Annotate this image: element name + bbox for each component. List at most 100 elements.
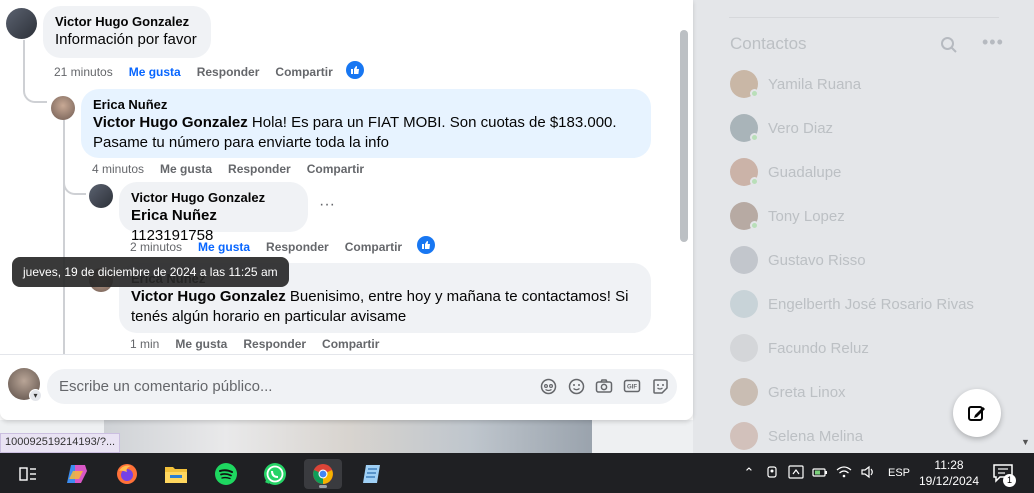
avatar	[730, 290, 758, 318]
chevron-up-icon[interactable]: ⌃	[740, 465, 758, 481]
comment-options-button[interactable]: ···	[319, 196, 335, 214]
thread-connector	[63, 180, 86, 195]
contacts-title: Contactos	[730, 34, 807, 53]
contact-name: Selena Melina	[768, 427, 864, 445]
whatsapp-icon[interactable]	[256, 459, 294, 489]
sticker-icon[interactable]	[651, 377, 669, 395]
gif-icon[interactable]: GIF	[623, 377, 641, 395]
contact-name: Guadalupe	[768, 163, 842, 181]
comment-actions: 21 minutos Me gusta Responder Compartir	[54, 65, 333, 79]
system-tray: ⌃ ESP	[740, 453, 910, 493]
contact-item[interactable]: Gustavo Risso	[730, 245, 866, 275]
reply-button[interactable]: Responder	[228, 162, 291, 176]
clock-date: 19/12/2024	[918, 474, 980, 488]
avatar[interactable]	[6, 8, 37, 39]
contact-item[interactable]: Selena Melina	[730, 421, 863, 451]
share-button[interactable]: Compartir	[307, 162, 364, 176]
clock[interactable]: 11:28 19/12/2024	[912, 457, 986, 489]
search-icon[interactable]	[940, 36, 958, 54]
comment-author[interactable]: Erica Nuñez	[93, 97, 639, 113]
volume-icon[interactable]	[860, 465, 876, 482]
camera-icon[interactable]	[595, 377, 613, 395]
chevron-down-icon[interactable]: ▾	[29, 389, 42, 402]
panel-divider	[729, 17, 999, 18]
contact-item[interactable]: Facundo Reluz	[730, 333, 869, 363]
contact-item[interactable]: Vero Diaz	[730, 113, 833, 143]
contact-item[interactable]: Guadalupe	[730, 157, 841, 187]
reply-button[interactable]: Responder	[266, 240, 329, 254]
reply-button[interactable]: Responder	[243, 337, 306, 351]
avatar[interactable]	[89, 184, 113, 208]
contact-item[interactable]: Yamila Ruana	[730, 69, 861, 99]
active-app-indicator	[319, 485, 327, 488]
like-button[interactable]: Me gusta	[129, 65, 181, 79]
copilot-icon[interactable]	[58, 459, 96, 489]
status-url: 100092519214193/?...	[0, 433, 121, 453]
share-button[interactable]: Compartir	[275, 65, 332, 79]
comment-time[interactable]: 21 minutos	[54, 65, 113, 79]
svg-text:GIF: GIF	[627, 385, 637, 391]
comment-author[interactable]: Victor Hugo Gonzalez	[131, 190, 296, 206]
comment-composer[interactable]: GIF	[47, 369, 677, 404]
avatar	[730, 378, 758, 406]
online-status-icon	[750, 177, 759, 186]
language-indicator[interactable]: ESP	[888, 467, 910, 479]
file-explorer-icon[interactable]	[157, 459, 195, 489]
share-button[interactable]: Compartir	[345, 240, 402, 254]
chrome-icon[interactable]	[304, 459, 342, 489]
contact-name: Greta Linox	[768, 383, 846, 401]
network-status-icon[interactable]	[788, 464, 804, 482]
share-button[interactable]: Compartir	[322, 337, 379, 351]
scroll-down-arrow-icon[interactable]: ▼	[1021, 437, 1030, 447]
firefox-icon[interactable]	[108, 459, 146, 489]
comment-input[interactable]	[59, 378, 479, 395]
compose-icon	[968, 406, 985, 421]
like-button[interactable]: Me gusta	[175, 337, 227, 351]
like-reaction-icon[interactable]	[417, 236, 435, 254]
new-message-button[interactable]	[953, 389, 1001, 437]
reply-button[interactable]: Responder	[197, 65, 260, 79]
like-button[interactable]: Me gusta	[160, 162, 212, 176]
comment-actions: 2 minutos Me gusta Responder Compartir	[130, 240, 402, 254]
thread-line	[63, 118, 65, 354]
post-image	[104, 420, 592, 453]
comment-author[interactable]: Victor Hugo Gonzalez	[55, 14, 199, 30]
avatar	[730, 158, 759, 186]
mention-link[interactable]: Erica Nuñez	[131, 207, 217, 224]
notification-count-badge: 1	[1003, 474, 1016, 487]
thread-line	[23, 40, 25, 90]
mention-link[interactable]: Victor Hugo Gonzalez	[131, 288, 286, 305]
comment-bubble: Victor Hugo Gonzalez Información por fav…	[43, 6, 211, 58]
contact-name: Gustavo Risso	[768, 251, 866, 269]
contact-item[interactable]: Greta Linox	[730, 377, 846, 407]
mention-link[interactable]: Victor Hugo Gonzalez	[93, 114, 248, 131]
online-status-icon	[750, 133, 759, 142]
avatar	[730, 114, 759, 142]
notepad-icon[interactable]	[353, 459, 391, 489]
comments-dialog: Victor Hugo Gonzalez Información por fav…	[0, 0, 693, 420]
emoji-icon[interactable]	[567, 377, 585, 395]
spotify-icon[interactable]	[207, 459, 245, 489]
scrollbar-thumb[interactable]	[680, 30, 688, 242]
comment-time[interactable]: 1 min	[130, 337, 159, 351]
comment-time[interactable]: 2 minutos	[130, 240, 182, 254]
contact-item[interactable]: Tony Lopez	[730, 201, 845, 231]
like-reaction-icon[interactable]	[346, 61, 364, 79]
meet-now-icon[interactable]	[766, 465, 780, 482]
avatar[interactable]	[51, 96, 75, 120]
task-view-icon[interactable]	[9, 459, 47, 489]
battery-icon[interactable]	[812, 466, 828, 481]
timestamp-tooltip: jueves, 19 de diciembre de 2024 a las 11…	[12, 257, 289, 287]
avatar	[730, 202, 759, 230]
comment-time[interactable]: 4 minutos	[92, 162, 144, 176]
avatar-sticker-icon[interactable]	[539, 377, 557, 395]
avatar	[730, 334, 758, 362]
like-button[interactable]: Me gusta	[198, 240, 250, 254]
contact-item[interactable]: Engelberth José Rosario Rivas	[730, 289, 974, 319]
comment-text: Victor Hugo Gonzalez Buenisimo, entre ho…	[131, 287, 639, 327]
more-options-icon[interactable]: •••	[982, 32, 1004, 53]
contact-name: Yamila Ruana	[768, 75, 862, 93]
comment-text: Información por favor	[55, 31, 197, 48]
wifi-icon[interactable]	[836, 465, 852, 482]
clock-time: 11:28	[934, 458, 964, 472]
